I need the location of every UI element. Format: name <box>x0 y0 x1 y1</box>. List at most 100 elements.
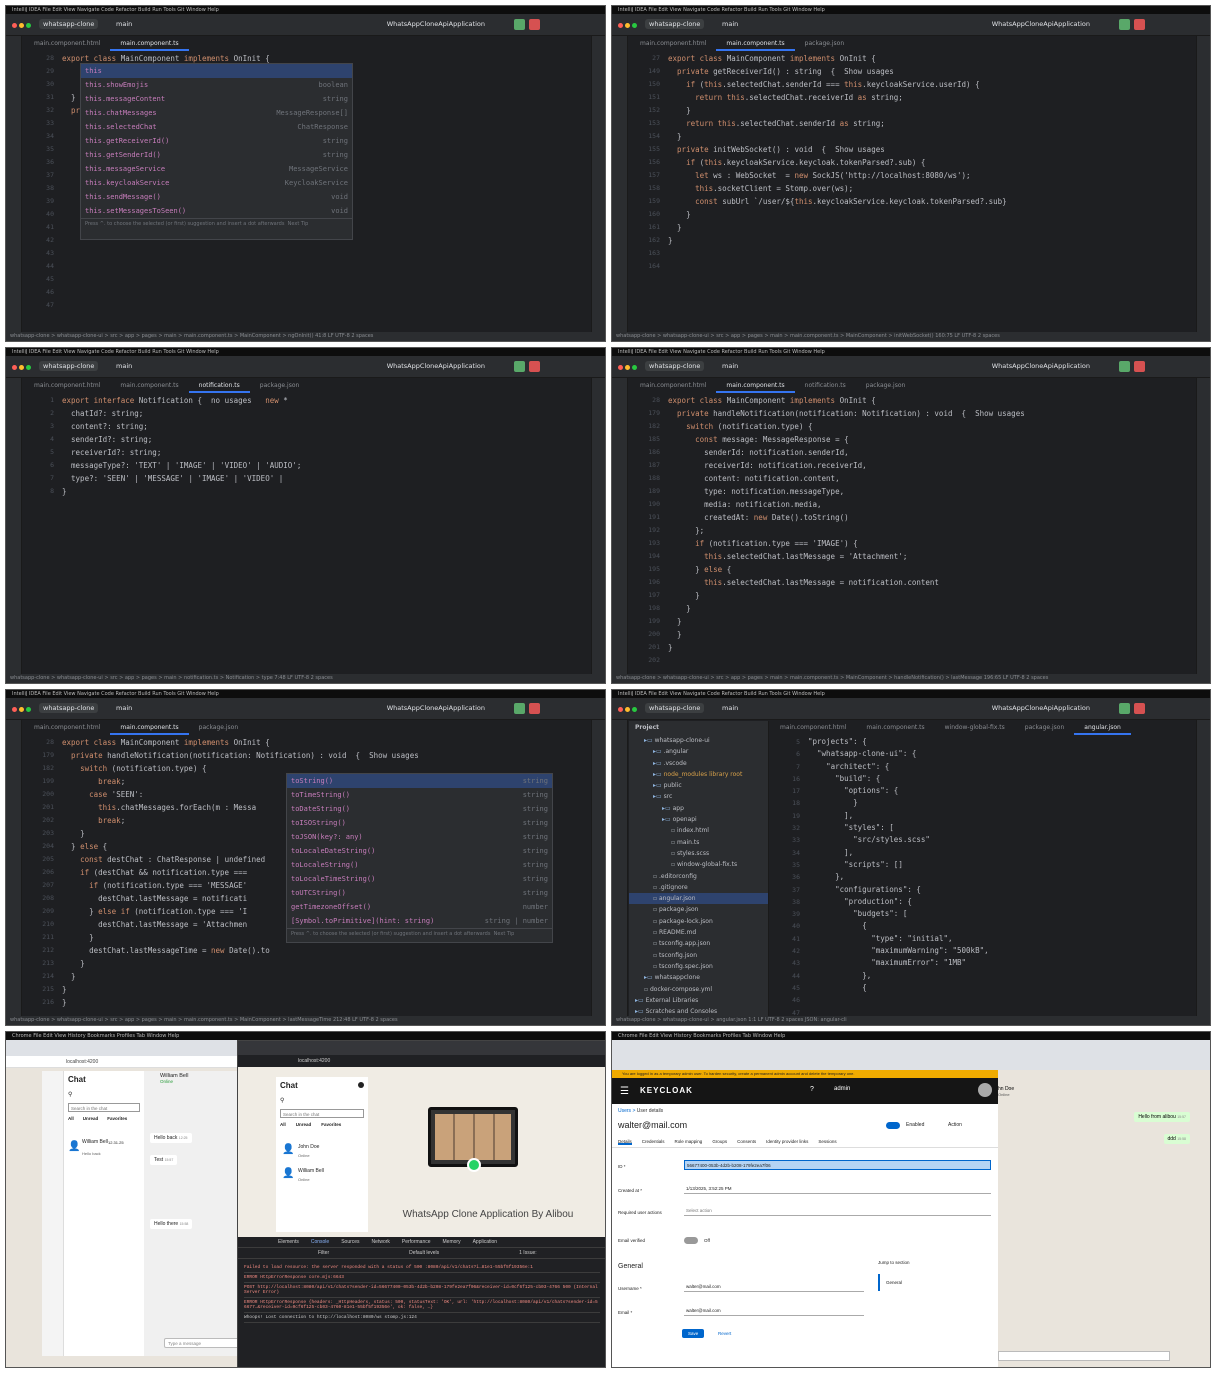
rerun-button[interactable] <box>514 703 525 714</box>
code-line[interactable]: } <box>668 104 1192 117</box>
run-config-selector[interactable]: WhatsAppCloneApiApplication <box>387 20 485 28</box>
tab-main-component-html[interactable]: main.component.html <box>770 721 856 735</box>
completion-item[interactable]: [Symbol.toPrimitive](hint: string) string… <box>287 914 552 928</box>
branch-selector[interactable]: main <box>116 704 132 712</box>
stop-button[interactable] <box>1134 19 1145 30</box>
code-line[interactable]: export class MainComponent implements On… <box>668 52 1192 65</box>
code-line[interactable]: if (notification.type === 'IMAGE') { <box>668 537 1192 550</box>
code-line[interactable]: }; <box>668 524 1192 537</box>
code-line[interactable]: ], <box>808 847 1192 859</box>
tab-main-component-html[interactable]: main.component.html <box>630 37 716 51</box>
tab-main-component-html[interactable]: main.component.html <box>24 721 110 735</box>
code-line[interactable]: "scripts": [] <box>808 859 1192 871</box>
code-line[interactable]: return this.selectedChat.receiverId as s… <box>668 91 1192 104</box>
code-line[interactable]: type?: 'SEEN' | 'MESSAGE' | 'IMAGE' | 'V… <box>62 472 587 485</box>
completion-item[interactable]: this.chatMessages MessageResponse[] <box>81 106 352 120</box>
code-editor[interactable]: "projects": { "whatsapp-clone-ui": { "ar… <box>808 736 1192 994</box>
tree-item[interactable]: ▸▭ External Libraries <box>629 995 768 1006</box>
devtools-tab-application[interactable]: Application <box>473 1237 497 1247</box>
tab-sessions[interactable]: Sessions <box>818 1138 836 1145</box>
code-line[interactable]: "src/styles.scss" <box>808 834 1192 846</box>
tree-item[interactable]: ▫ .editorconfig <box>629 871 768 882</box>
filter-unread[interactable]: Unread <box>296 1122 312 1127</box>
window-controls[interactable] <box>12 22 36 28</box>
code-line[interactable]: export class MainComponent implements On… <box>668 394 1192 407</box>
new-chat-icon[interactable] <box>358 1082 364 1088</box>
branch-selector[interactable]: main <box>116 20 132 28</box>
project-selector[interactable]: whatsapp-clone <box>39 19 99 29</box>
project-selector[interactable]: whatsapp-clone <box>645 361 705 371</box>
completion-popup[interactable]: this this.showEmojis boolean this.messageCo… <box>80 63 353 240</box>
filter-favorites[interactable]: Favorites <box>107 1116 127 1121</box>
completion-item[interactable]: this.showEmojis boolean <box>81 78 352 92</box>
tab-package-json[interactable]: package.json <box>189 721 249 735</box>
tree-item[interactable]: ▸▭ public <box>629 780 768 791</box>
code-line[interactable]: } <box>668 602 1192 615</box>
code-line[interactable]: } <box>668 208 1192 221</box>
revert-button[interactable]: Revert <box>718 1331 731 1336</box>
completion-item[interactable]: toISOString() string <box>287 816 552 830</box>
project-selector[interactable]: whatsapp-clone <box>645 19 705 29</box>
window-controls[interactable] <box>12 364 36 370</box>
tree-item[interactable]: ▫ .gitignore <box>629 882 768 893</box>
code-line[interactable]: { <box>808 982 1192 994</box>
completion-item[interactable]: getTimezoneOffset() number <box>287 900 552 914</box>
tab-main-component-html[interactable]: main.component.html <box>630 379 716 393</box>
stop-button[interactable] <box>529 703 540 714</box>
tab-main-component-html[interactable]: main.component.html <box>24 37 110 51</box>
tab-main-component-ts[interactable]: main.component.ts <box>716 379 795 393</box>
code-line[interactable]: export interface Notification { no usage… <box>62 394 587 407</box>
completion-popup[interactable]: toString() string toTimeString() string toDa… <box>286 773 553 943</box>
tab-window-global-fix[interactable]: window-global-fix.ts <box>935 721 1015 735</box>
code-line[interactable]: "whatsapp-clone-ui": { <box>808 748 1192 760</box>
code-editor[interactable]: export class MainComponent implements On… <box>668 52 1192 247</box>
branch-selector[interactable]: main <box>116 362 132 370</box>
code-line[interactable]: } <box>668 589 1192 602</box>
code-line[interactable]: } <box>62 996 587 1009</box>
tab-main-component-ts[interactable]: main.component.ts <box>856 721 934 735</box>
code-line[interactable]: content?: string; <box>62 420 587 433</box>
completion-item[interactable]: toUTCString() string <box>287 886 552 900</box>
code-line[interactable]: ], <box>808 810 1192 822</box>
run-config-selector[interactable]: WhatsAppCloneApiApplication <box>992 362 1090 370</box>
project-selector[interactable]: whatsapp-clone <box>39 361 99 371</box>
code-line[interactable]: "options": { <box>808 785 1192 797</box>
tree-item[interactable]: ▫ package-lock.json <box>629 916 768 927</box>
enabled-toggle[interactable] <box>886 1122 900 1129</box>
code-line[interactable]: } <box>668 234 1192 247</box>
run-config-selector[interactable]: WhatsAppCloneApiApplication <box>387 704 485 712</box>
tab-notification-ts[interactable]: notification.ts <box>188 379 250 393</box>
code-line[interactable]: "type": "initial", <box>808 933 1192 945</box>
completion-item[interactable]: toLocaleDateString() string <box>287 844 552 858</box>
code-line[interactable]: } <box>668 615 1192 628</box>
tab-main-component-ts[interactable]: main.component.ts <box>110 37 189 51</box>
tab-angular-json[interactable]: angular.json <box>1074 721 1131 735</box>
completion-item[interactable]: toLocaleString() string <box>287 858 552 872</box>
tree-item[interactable]: ▫ main.ts <box>629 837 768 848</box>
completion-item[interactable]: this.messageContent string <box>81 92 352 106</box>
console-levels-select[interactable]: Default levels <box>409 1248 439 1258</box>
code-line[interactable]: } <box>668 628 1192 641</box>
completion-item[interactable]: toLocaleTimeString() string <box>287 872 552 886</box>
code-line[interactable]: private handleNotification(notification:… <box>62 749 587 762</box>
completion-item[interactable]: this.sendMessage() void <box>81 190 352 204</box>
message-input[interactable]: Type a message <box>164 1338 240 1348</box>
completion-item[interactable]: this.getSenderId() string <box>81 148 352 162</box>
window-controls[interactable] <box>618 22 642 28</box>
code-line[interactable]: "architect": { <box>808 761 1192 773</box>
stop-button[interactable] <box>529 361 540 372</box>
tree-item[interactable]: ▫ window-global-fix.ts <box>629 859 768 870</box>
tab-main-component-ts[interactable]: main.component.ts <box>716 37 795 51</box>
completion-item[interactable]: toJSON(key?: any) string <box>287 830 552 844</box>
tab-package-json[interactable]: package.json <box>250 379 310 393</box>
tab-main-component-ts[interactable]: main.component.ts <box>110 721 189 735</box>
tree-item[interactable]: ▸▭ app <box>629 803 768 814</box>
rerun-button[interactable] <box>514 19 525 30</box>
code-line[interactable]: export class MainComponent implements On… <box>62 736 587 749</box>
filter-all[interactable]: All <box>68 1116 74 1121</box>
code-line[interactable]: return this.selectedChat.senderId as str… <box>668 117 1192 130</box>
window-controls[interactable] <box>12 706 36 712</box>
tool-window-bar-left[interactable] <box>6 36 22 332</box>
filter-unread[interactable]: Unread <box>83 1116 99 1121</box>
code-line[interactable]: private getReceiverId() : string { Show … <box>668 65 1192 78</box>
